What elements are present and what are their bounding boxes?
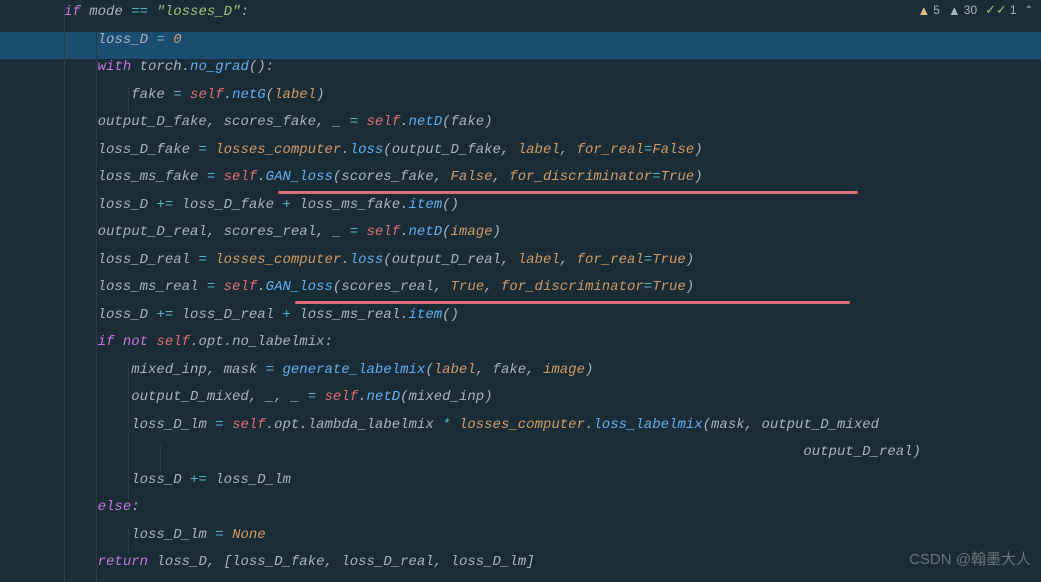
code-line[interactable]: output_D_mixed, _, _ = self.netD(mixed_i… <box>0 389 1041 417</box>
code-line[interactable]: loss_D_real = losses_computer.loss(outpu… <box>0 252 1041 280</box>
code-line[interactable]: return loss_D, [loss_D_fake, loss_D_real… <box>0 554 1041 582</box>
warning-icon: ▲ <box>917 3 930 18</box>
code-line[interactable]: output_D_real, scores_real, _ = self.net… <box>0 224 1041 252</box>
warning-count-2[interactable]: ▲ 30 <box>948 3 977 18</box>
warning-icon: ▲ <box>948 3 961 18</box>
code-line[interactable]: fake = self.netG(label) <box>0 87 1041 115</box>
watermark: CSDN @翰墨大人 <box>909 548 1031 569</box>
code-line[interactable]: mixed_inp, mask = generate_labelmix(labe… <box>0 362 1041 390</box>
check-count-val: 1 <box>1010 3 1017 17</box>
code-line[interactable]: with torch.no_grad(): <box>0 59 1041 87</box>
scroll-up-icon[interactable]: ⌃ <box>1025 5 1033 16</box>
code-line[interactable]: output_D_fake, scores_fake, _ = self.net… <box>0 114 1041 142</box>
annotation-underline-2 <box>295 301 850 304</box>
editor-area: ▲ 5 ▲ 30 ✓✓ 1 ⌃ if mode == "losses_D": l… <box>0 0 1041 577</box>
annotation-underline-1 <box>278 191 858 194</box>
code-line[interactable]: loss_ms_fake = self.GAN_loss(scores_fake… <box>0 169 1041 197</box>
code-line[interactable]: loss_D_lm = self.opt.lambda_labelmix * l… <box>0 417 1041 445</box>
code-line[interactable]: loss_D += loss_D_real + loss_ms_real.ite… <box>0 307 1041 335</box>
code-line[interactable]: loss_D_lm = None <box>0 527 1041 555</box>
code-line[interactable]: loss_D_fake = losses_computer.loss(outpu… <box>0 142 1041 170</box>
warn1-count: 5 <box>933 3 940 17</box>
code-line-highlighted[interactable]: loss_D = 0 <box>0 32 1041 60</box>
code-line[interactable]: else: <box>0 499 1041 527</box>
check-count[interactable]: ✓✓ 1 <box>985 2 1016 18</box>
code-line[interactable]: if not self.opt.no_labelmix: <box>0 334 1041 362</box>
code-line[interactable]: loss_D += loss_D_fake + loss_ms_fake.ite… <box>0 197 1041 225</box>
warning-count-1[interactable]: ▲ 5 <box>917 3 940 18</box>
code-line[interactable]: if mode == "losses_D": <box>0 4 1041 32</box>
code-line[interactable]: loss_ms_real = self.GAN_loss(scores_real… <box>0 279 1041 307</box>
warn2-count: 30 <box>964 3 977 17</box>
status-bar: ▲ 5 ▲ 30 ✓✓ 1 ⌃ <box>917 2 1033 18</box>
code-content[interactable]: if mode == "losses_D": loss_D = 0 with t… <box>0 4 1041 582</box>
check-icon: ✓✓ <box>985 2 1007 18</box>
code-line[interactable]: output_D_real) <box>0 444 1041 472</box>
code-line[interactable]: loss_D += loss_D_lm <box>0 472 1041 500</box>
